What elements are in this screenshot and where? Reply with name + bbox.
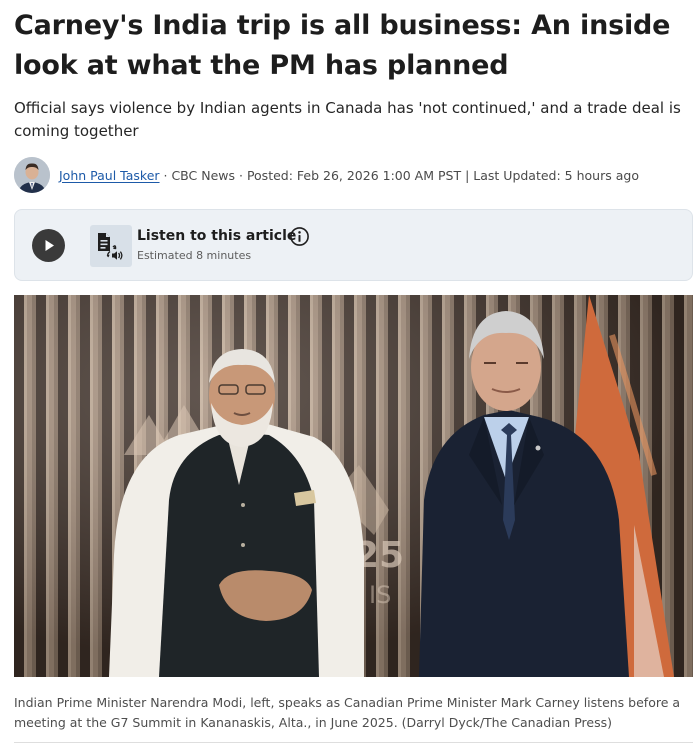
- byline-separator: |: [461, 167, 474, 183]
- article-photo[interactable]: 25 IS: [14, 295, 693, 677]
- play-icon: [45, 240, 54, 251]
- author-link[interactable]: John Paul Tasker: [59, 168, 160, 183]
- last-updated: Last Updated: 5 hours ago: [473, 167, 639, 183]
- backdrop-lettering-is: IS: [369, 581, 391, 609]
- document-audio-icon: [90, 225, 132, 267]
- byline-source: · CBC News ·: [159, 167, 247, 183]
- info-icon[interactable]: [289, 226, 310, 247]
- article-headline: Carney's India trip is all business: An …: [14, 10, 671, 81]
- posted-date: Posted: Feb 26, 2026 1:00 AM PST: [246, 167, 462, 183]
- listen-duration: Estimated 8 minutes: [137, 249, 252, 262]
- byline-text: John Paul Tasker · CBC News · Posted: Fe…: [59, 168, 639, 183]
- play-button[interactable]: [32, 229, 65, 262]
- listen-title: Listen to this article: [137, 228, 297, 244]
- byline: John Paul Tasker · CBC News · Posted: Fe…: [14, 156, 686, 194]
- section-divider: [14, 742, 693, 743]
- photo-caption: Indian Prime Minister Narendra Modi, lef…: [14, 695, 681, 730]
- author-avatar[interactable]: [14, 157, 50, 193]
- article-dek: Official says violence by Indian agents …: [14, 99, 681, 140]
- listen-widget: Listen to this article Estimated 8 minut…: [14, 209, 693, 281]
